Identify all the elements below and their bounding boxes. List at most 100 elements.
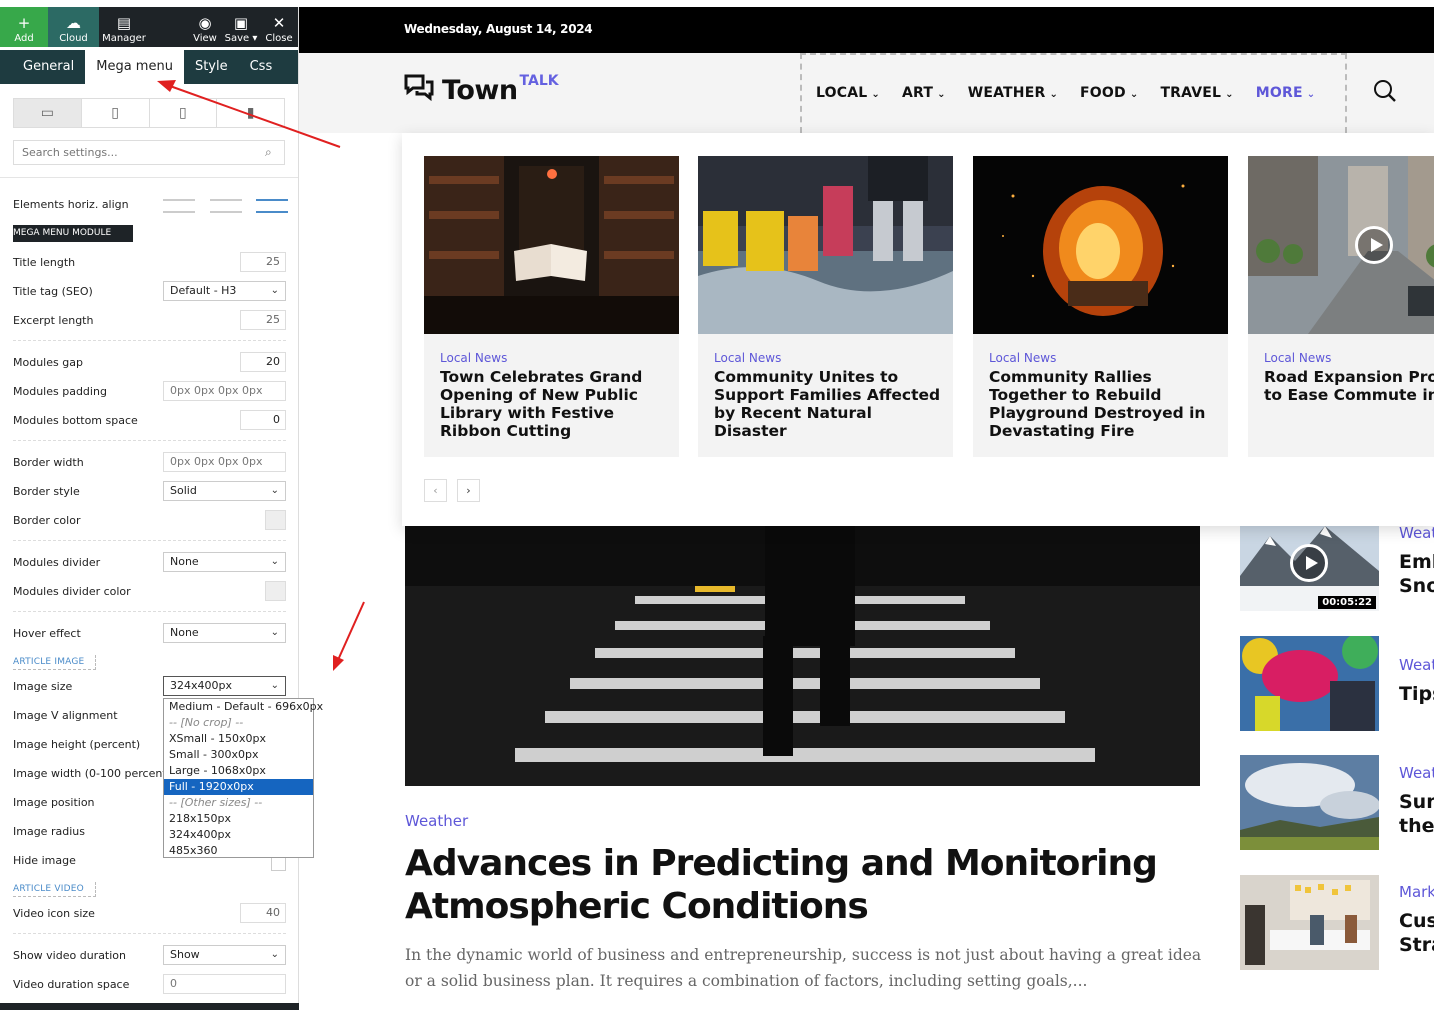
- chevron-down-icon: ⌄: [1225, 89, 1234, 100]
- side-article-image-sky[interactable]: [1240, 755, 1379, 850]
- modules-divider-color-picker[interactable]: [265, 581, 286, 601]
- border-color-picker[interactable]: [265, 510, 286, 530]
- desktop-icon[interactable]: ▭: [14, 99, 82, 127]
- show-video-duration-select[interactable]: Show ⌄: [163, 945, 286, 965]
- dropdown-option-selected[interactable]: Full - 1920x0px: [164, 779, 313, 795]
- dropdown-option[interactable]: Large - 1068x0px: [164, 763, 313, 779]
- card-title[interactable]: Road Expansion Proje Set to Ease Commute…: [1264, 368, 1434, 404]
- border-width-input[interactable]: 0px 0px 0px 0px: [163, 452, 286, 472]
- nav-item-travel[interactable]: TRAVEL ⌄: [1160, 85, 1233, 101]
- row-border-color: Border color: [13, 510, 288, 532]
- side-article-title[interactable]: Sun the: [1399, 790, 1434, 838]
- side-article-category[interactable]: Weat: [1399, 524, 1434, 542]
- row-excerpt-length: Excerpt length 25: [13, 310, 288, 332]
- side-article-title[interactable]: Tips: [1399, 682, 1434, 706]
- cloud-button[interactable]: ☁ Cloud: [48, 7, 99, 47]
- phone-icon[interactable]: ▮: [217, 99, 284, 127]
- mega-menu-panel: Local News Town Celebrates Grand Opening…: [402, 133, 1434, 526]
- dropdown-option[interactable]: Small - 300x0px: [164, 747, 313, 763]
- divider: [13, 611, 286, 612]
- side-article-category[interactable]: Weat: [1399, 764, 1434, 782]
- mega-card[interactable]: Local News Community Unites to Support F…: [698, 156, 953, 457]
- tab-style[interactable]: Style: [184, 50, 239, 84]
- chat-bubbles-icon: [404, 74, 434, 102]
- tab-css[interactable]: Css: [239, 50, 284, 84]
- title-tag-select[interactable]: Default - H3 ⌄: [163, 281, 286, 301]
- site-logo[interactable]: Town TALK: [404, 73, 559, 109]
- tab-mega-menu[interactable]: Mega menu: [85, 50, 184, 84]
- excerpt-length-input[interactable]: 25: [240, 310, 286, 330]
- search-settings-input[interactable]: [13, 140, 285, 165]
- side-article-category[interactable]: Mark: [1399, 883, 1434, 901]
- chevron-down-icon: ⌄: [270, 949, 279, 960]
- next-page-button[interactable]: ›: [457, 479, 480, 502]
- view-button[interactable]: ◉ View: [190, 7, 220, 47]
- top-strip: [0, 0, 1434, 7]
- align-center-icon[interactable]: [209, 199, 242, 213]
- divider: [0, 177, 298, 178]
- close-button[interactable]: ✕ Close: [262, 7, 296, 47]
- main-article-image[interactable]: [405, 526, 1200, 786]
- dropdown-option[interactable]: 485x360: [164, 843, 313, 859]
- side-article-image-office[interactable]: [1240, 875, 1379, 970]
- search-icon[interactable]: [1373, 79, 1397, 103]
- nav-item-food[interactable]: FOOD ⌄: [1080, 85, 1138, 101]
- cloud-icon: ☁: [66, 14, 81, 32]
- card-category[interactable]: Local News: [989, 351, 1056, 365]
- dropdown-option[interactable]: XSmall - 150x0px: [164, 731, 313, 747]
- modules-gap-input[interactable]: 20: [240, 352, 286, 372]
- prev-page-button[interactable]: ‹: [424, 479, 447, 502]
- card-category[interactable]: Local News: [714, 351, 781, 365]
- row-modules-bottom-space: Modules bottom space 0: [13, 410, 288, 432]
- nav-item-weather[interactable]: WEATHER ⌄: [968, 85, 1058, 101]
- side-article-title[interactable]: EmbSno: [1399, 550, 1434, 598]
- tablet-portrait-icon[interactable]: ▯: [150, 99, 218, 127]
- align-right-icon[interactable]: [256, 199, 288, 213]
- modules-padding-input[interactable]: 0px 0px 0px 0px: [163, 381, 286, 401]
- mega-card[interactable]: Local News Town Celebrates Grand Opening…: [424, 156, 679, 457]
- save-button[interactable]: ▣ Save ▾: [220, 7, 262, 47]
- nav-item-art[interactable]: ART ⌄: [902, 85, 946, 101]
- row-modules-gap: Modules gap 20: [13, 352, 288, 374]
- video-icon-size-input[interactable]: 40: [240, 903, 286, 923]
- align-left-icon[interactable]: [163, 199, 195, 213]
- row-modules-divider-color: Modules divider color: [13, 581, 288, 603]
- main-nav: LOCAL ⌄ ART ⌄ WEATHER ⌄ FOOD ⌄ TRAVEL ⌄ MORE ⌄: [800, 53, 1347, 133]
- video-duration-space-input[interactable]: 0: [163, 974, 286, 994]
- dropdown-option[interactable]: 324x400px: [164, 827, 313, 843]
- tab-general[interactable]: General: [0, 50, 85, 84]
- dropdown-option[interactable]: Medium - Default - 696x0px: [164, 699, 323, 715]
- card-title[interactable]: Community Rallies Together to Rebuild Pl…: [989, 368, 1219, 440]
- mega-card[interactable]: Local News Road Expansion Proje Set to E…: [1248, 156, 1434, 457]
- card-title[interactable]: Town Celebrates Grand Opening of New Pub…: [440, 368, 670, 440]
- fire-image: [973, 156, 1228, 334]
- modules-divider-select[interactable]: None ⌄: [163, 552, 286, 572]
- add-button[interactable]: + Add: [0, 7, 48, 47]
- manager-button[interactable]: ▤ Manager: [99, 7, 149, 47]
- hover-effect-select[interactable]: None ⌄: [163, 623, 286, 643]
- close-icon: ✕: [272, 14, 286, 32]
- card-category[interactable]: Local News: [440, 351, 507, 365]
- mega-card[interactable]: Local News Community Rallies Together to…: [973, 156, 1228, 457]
- border-style-select[interactable]: Solid ⌄: [163, 481, 286, 501]
- street-image: [1248, 156, 1434, 334]
- nav-item-more[interactable]: MORE ⌄: [1256, 85, 1316, 101]
- side-article-image-umbrella[interactable]: [1240, 636, 1379, 731]
- nav-item-local[interactable]: LOCAL ⌄: [816, 85, 880, 101]
- manager-icon: ▤: [116, 14, 132, 32]
- side-article-title[interactable]: CusStra: [1399, 909, 1434, 957]
- image-size-select[interactable]: 324x400px ⌄: [163, 676, 286, 696]
- main-article-title[interactable]: Advances in Predicting and Monitoring At…: [405, 842, 1205, 928]
- side-article-image-snow[interactable]: 00:05:22: [1240, 516, 1379, 611]
- card-category[interactable]: Local News: [1264, 351, 1331, 365]
- side-article-category[interactable]: Weat: [1399, 656, 1434, 674]
- card-title[interactable]: Community Unites to Support Families Aff…: [714, 368, 944, 440]
- modules-bottom-space-input[interactable]: 0: [240, 410, 286, 430]
- play-icon[interactable]: [1355, 226, 1393, 264]
- title-length-input[interactable]: 25: [240, 252, 286, 272]
- dropdown-option[interactable]: 218x150px: [164, 811, 313, 827]
- tablet-landscape-icon[interactable]: ▯: [82, 99, 150, 127]
- play-icon[interactable]: [1290, 544, 1328, 582]
- main-article-category[interactable]: Weather: [405, 812, 468, 830]
- logo-superscript: TALK: [519, 73, 559, 89]
